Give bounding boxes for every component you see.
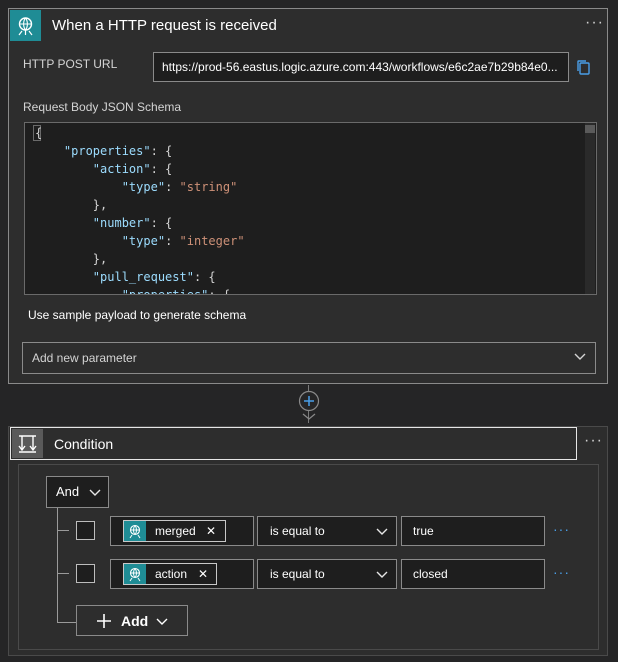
code-line: "type": "integer": [121, 234, 245, 248]
plus-icon: [96, 613, 112, 629]
token-label: action: [155, 567, 188, 581]
operator-select[interactable]: is equal to: [257, 516, 397, 546]
json-schema-editor[interactable]: { "properties": { "action": { "type": "s…: [24, 122, 597, 295]
chevron-down-icon: [156, 618, 168, 626]
http-trigger-card: When a HTTP request is received ··· HTTP…: [8, 8, 608, 384]
condition-card: Condition ··· And merged ✕ is equal to t…: [8, 426, 608, 656]
operator-value: is equal to: [270, 567, 325, 581]
code-line: "pull_request": {: [92, 270, 216, 284]
http-post-url-field[interactable]: https://prod-56.eastus.logic.azure.com:4…: [153, 52, 569, 82]
row-more-menu-icon[interactable]: ···: [553, 521, 570, 537]
trigger-title: When a HTTP request is received: [52, 17, 277, 34]
code-line: "properties": {: [121, 288, 231, 295]
editor-scroll-thumb[interactable]: [585, 125, 595, 133]
code-line: },: [35, 198, 108, 212]
condition-operand-field[interactable]: merged ✕: [110, 516, 254, 546]
close-icon[interactable]: ✕: [198, 567, 208, 581]
dynamic-content-token[interactable]: merged ✕: [123, 520, 226, 542]
chevron-down-icon: [376, 528, 388, 536]
code-line: "action": {: [92, 162, 173, 176]
row-more-menu-icon[interactable]: ···: [553, 564, 570, 580]
dynamic-content-token[interactable]: action ✕: [123, 563, 217, 585]
url-label: HTTP POST URL: [23, 57, 118, 71]
add-label: Add: [121, 613, 149, 629]
tree-line: [57, 622, 76, 623]
http-request-icon: [124, 564, 146, 584]
sample-payload-link[interactable]: Use sample payload to generate schema: [28, 308, 246, 322]
http-request-icon: [124, 521, 146, 541]
add-parameter-label: Add new parameter: [32, 351, 137, 365]
chevron-down-icon: [574, 353, 586, 361]
trigger-more-menu-icon[interactable]: ···: [585, 14, 604, 32]
copy-url-icon[interactable]: [575, 59, 593, 77]
chevron-down-icon: [376, 571, 388, 579]
chevron-down-icon: [89, 489, 101, 497]
row-checkbox[interactable]: [76, 521, 95, 540]
code-line: "type": "string": [121, 180, 238, 194]
trigger-header[interactable]: When a HTTP request is received ···: [9, 9, 607, 42]
token-label: merged: [155, 524, 196, 538]
add-new-parameter-dropdown[interactable]: Add new parameter: [22, 342, 596, 374]
condition-header[interactable]: Condition: [10, 427, 577, 460]
code-line: },: [35, 252, 108, 266]
editor-scrollbar[interactable]: [585, 123, 595, 294]
operator-select[interactable]: is equal to: [257, 559, 397, 589]
tree-line: [57, 530, 69, 531]
operator-value: is equal to: [270, 524, 325, 538]
code-line: {: [35, 126, 43, 140]
tree-line: [57, 573, 69, 574]
tree-line: [57, 508, 58, 623]
condition-title: Condition: [54, 436, 114, 452]
condition-operand-field[interactable]: action ✕: [110, 559, 254, 589]
condition-more-menu-icon[interactable]: ···: [584, 432, 603, 450]
code-line: "number": {: [92, 216, 173, 230]
condition-icon: [12, 429, 43, 458]
condition-value-input[interactable]: closed: [401, 559, 545, 589]
http-request-icon: [10, 10, 41, 41]
group-operator-select[interactable]: And: [46, 476, 109, 508]
insert-step-button[interactable]: [298, 390, 320, 420]
row-checkbox[interactable]: [76, 564, 95, 583]
close-icon[interactable]: ✕: [206, 524, 216, 538]
add-condition-button[interactable]: Add: [76, 605, 188, 636]
code-line: "properties": {: [63, 144, 173, 158]
schema-label: Request Body JSON Schema: [23, 100, 182, 114]
group-operator-value: And: [56, 484, 80, 499]
condition-value-input[interactable]: true: [401, 516, 545, 546]
